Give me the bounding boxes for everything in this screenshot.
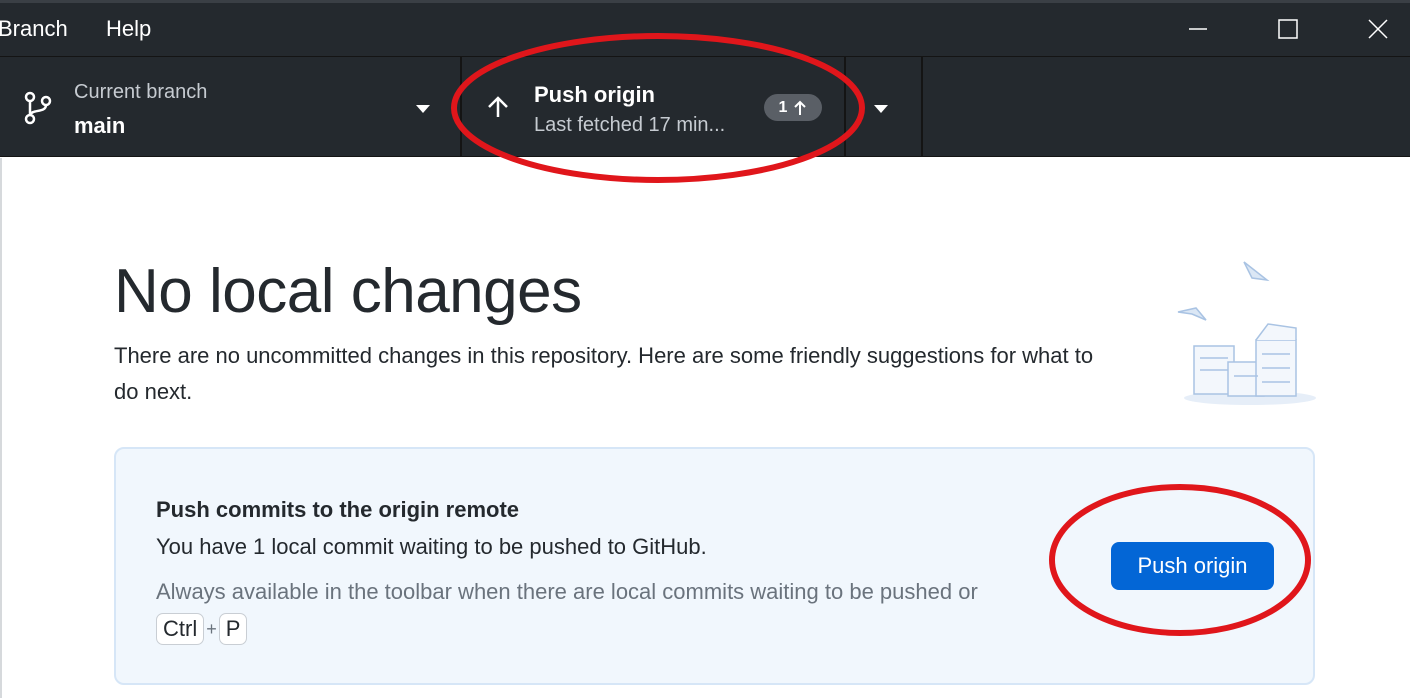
push-commits-suggestion-card: Push commits to the origin remote You ha…	[114, 447, 1315, 685]
current-branch-button[interactable]: Current branch main	[0, 57, 460, 157]
last-fetched-label: Last fetched 17 min...	[534, 114, 726, 136]
shortcut-key-ctrl: Ctrl	[156, 613, 205, 645]
push-origin-label: Push origin	[534, 82, 655, 107]
empty-state-illustration	[1172, 258, 1322, 408]
ahead-count: 1	[778, 98, 788, 116]
current-branch-label: Current branch	[74, 81, 208, 103]
repository-toolbar: Current branch main Push origin Last fet…	[0, 56, 1410, 157]
keyboard-shortcut: Ctrl + P	[156, 613, 248, 645]
menu-item-help[interactable]: Help	[106, 16, 151, 42]
arrow-up-small-icon	[794, 100, 807, 115]
title-bar: Branch Help	[0, 0, 1410, 56]
push-dropdown-button[interactable]	[846, 57, 921, 157]
menu-item-branch[interactable]: Branch	[0, 16, 68, 42]
shortcut-key-p: P	[218, 613, 248, 645]
toolbar-divider	[921, 57, 923, 157]
arrow-up-icon	[486, 95, 510, 124]
card-description: You have 1 local commit waiting to be pu…	[156, 534, 707, 559]
changes-view: No local changes There are no uncommitte…	[0, 158, 1410, 698]
current-branch-name: main	[74, 113, 126, 138]
push-origin-button[interactable]: Push origin	[1111, 542, 1274, 590]
chevron-down-icon	[874, 105, 888, 113]
page-title: No local changes	[114, 257, 582, 326]
minimize-icon[interactable]	[1178, 12, 1218, 46]
card-title: Push commits to the origin remote	[156, 497, 520, 522]
card-hint: Always available in the toolbar when the…	[156, 579, 978, 604]
git-branch-icon	[24, 91, 52, 130]
close-icon[interactable]	[1358, 12, 1398, 46]
title-bar-edge	[0, 0, 1410, 3]
shortcut-separator: +	[206, 618, 217, 639]
page-description: There are no uncommitted changes in this…	[114, 343, 1094, 404]
chevron-down-icon	[416, 105, 430, 113]
ahead-count-badge: 1	[764, 94, 822, 121]
maximize-icon[interactable]	[1268, 12, 1308, 46]
push-origin-toolbar-button[interactable]: Push origin Last fetched 17 min... 1	[462, 57, 844, 157]
